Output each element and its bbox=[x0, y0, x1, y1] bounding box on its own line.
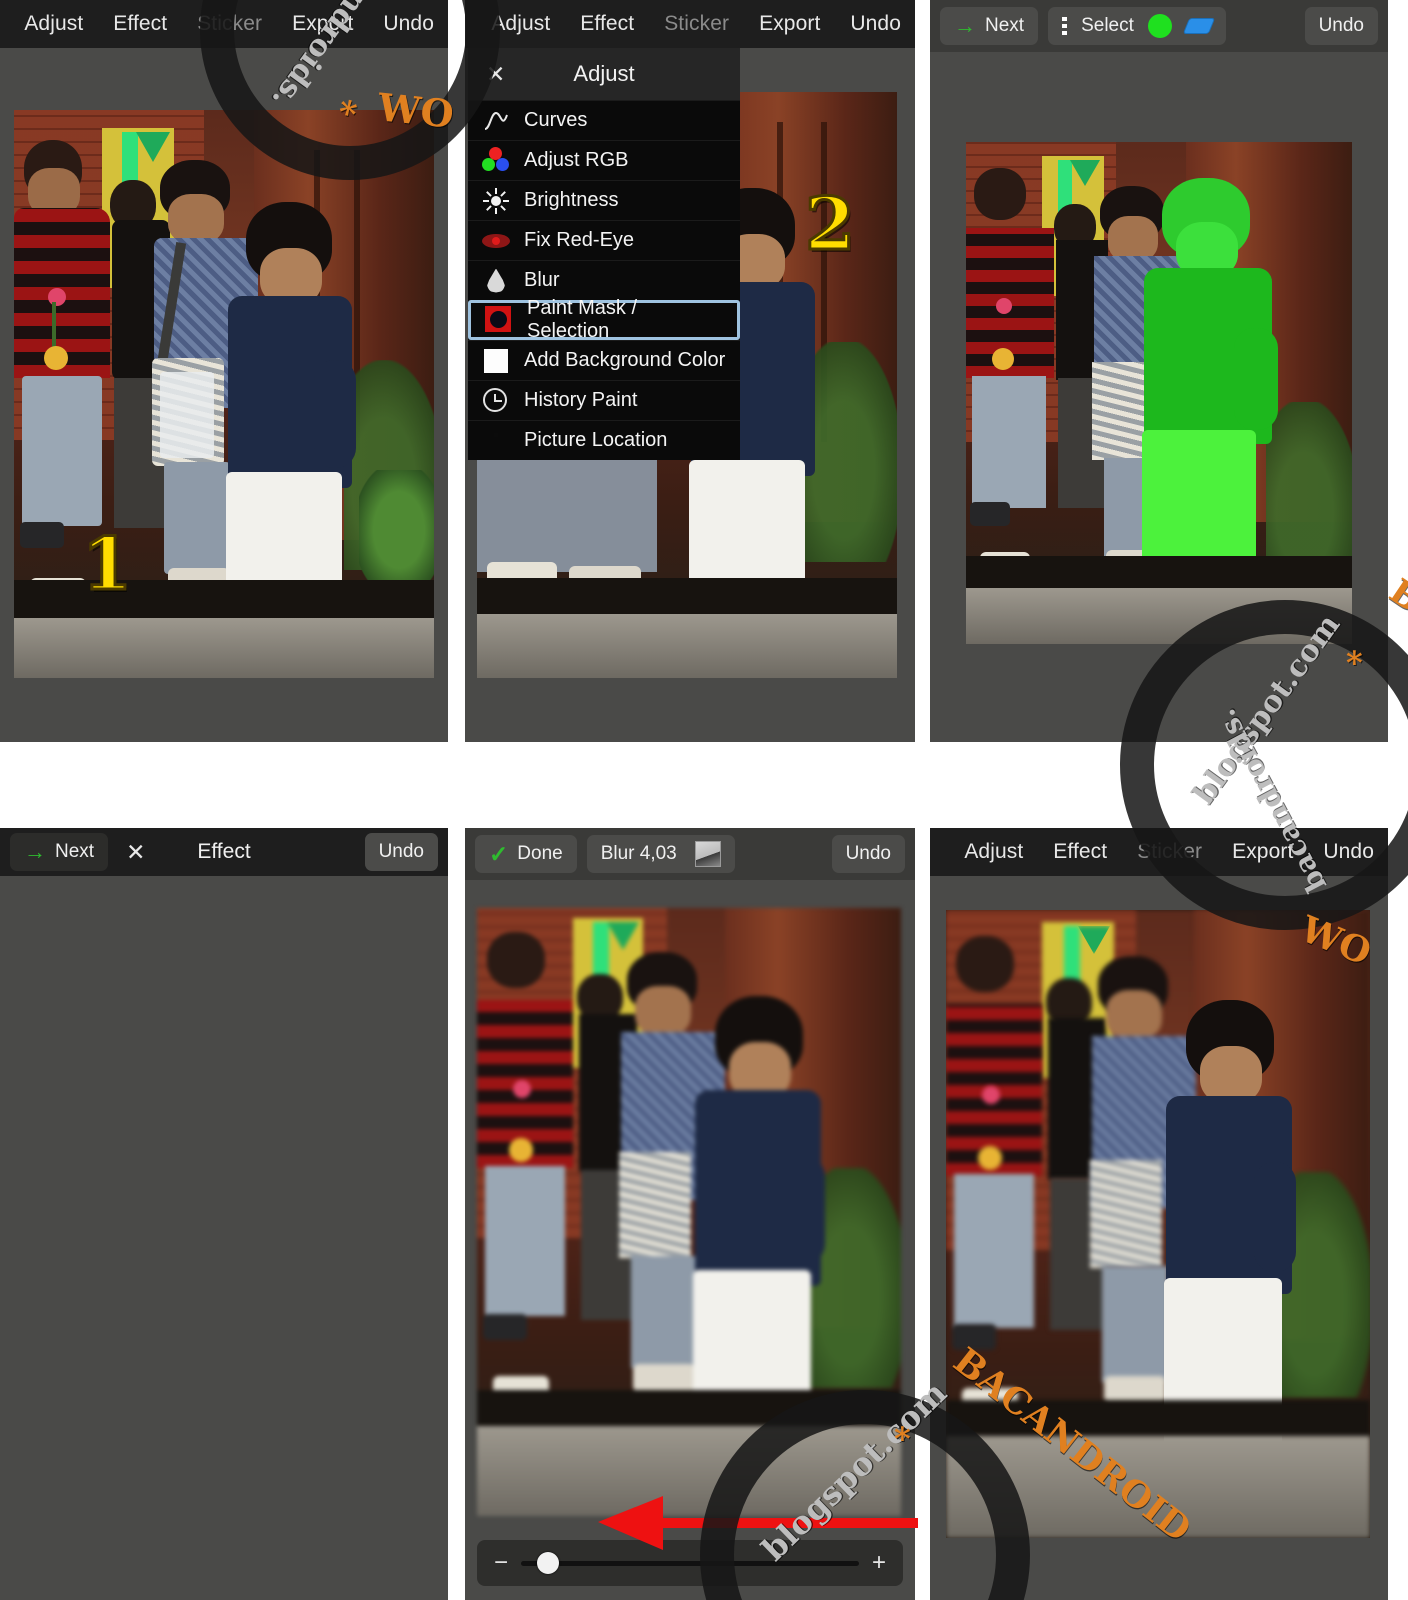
undo-button-label: Undo bbox=[378, 841, 424, 862]
adjust-menu-title: Adjust bbox=[573, 61, 635, 86]
menu-item-label: Fix Red-Eye bbox=[524, 229, 635, 251]
close-icon[interactable]: ✕ bbox=[126, 840, 145, 864]
arrow-right-icon: → bbox=[24, 839, 46, 864]
done-button-label: Done bbox=[517, 843, 563, 864]
menu-item-paint-mask-selection[interactable]: Paint Mask / Selection bbox=[468, 297, 740, 342]
next-button[interactable]: → Next bbox=[940, 7, 1039, 45]
eraser-icon[interactable] bbox=[1182, 18, 1216, 34]
toolbar-item-effect[interactable]: Effect bbox=[580, 12, 634, 36]
menu-item-add-background-color[interactable]: Add Background Color bbox=[468, 340, 740, 380]
more-vertical-icon[interactable] bbox=[1062, 17, 1068, 35]
menu-item-label: Brightness bbox=[524, 189, 619, 211]
menu-item-curves[interactable]: Curves bbox=[468, 100, 740, 140]
toolbar-item-export[interactable]: Export bbox=[759, 12, 820, 36]
menu-item-label: Picture Location bbox=[524, 429, 668, 451]
menu-item-picture-location[interactable]: Picture Location bbox=[468, 420, 740, 460]
panel-step-1: Adjust Effect Sticker Export Undo 1 bbox=[0, 0, 448, 742]
next-button-label: Next bbox=[985, 15, 1025, 36]
panel-step-3: → Next Select Undo bbox=[930, 0, 1388, 742]
toolbar-item-effect[interactable]: Effect bbox=[1053, 840, 1107, 864]
menu-item-brightness[interactable]: Brightness bbox=[468, 180, 740, 220]
done-button[interactable]: ✓ Done bbox=[475, 835, 577, 873]
panel-step-2: Adjust Effect Sticker Export Undo ✕ Adju… bbox=[465, 0, 915, 742]
menu-item-label: Add Background Color bbox=[524, 349, 726, 371]
undo-button-label: Undo bbox=[1318, 15, 1364, 36]
toolbar-item-undo[interactable]: Undo bbox=[1323, 840, 1374, 864]
toolbar-item-adjust[interactable]: Adjust bbox=[24, 12, 83, 36]
adjust-menu: ✕ Adjust Curves Adjust RGB Brightness Fi… bbox=[468, 48, 740, 460]
next-button[interactable]: → Next bbox=[10, 833, 109, 871]
menu-item-label: Paint Mask / Selection bbox=[527, 297, 638, 342]
menu-item-fix-red-eye[interactable]: Fix Red-Eye bbox=[468, 220, 740, 260]
check-icon: ✓ bbox=[489, 840, 509, 867]
preview-thumbnail-icon[interactable] bbox=[694, 841, 721, 867]
panel-step-4: → Next ✕ Effect Undo bbox=[0, 828, 448, 1600]
next-button-label: Next bbox=[55, 841, 95, 862]
sun-icon bbox=[482, 187, 510, 215]
select-button-label: Select bbox=[1081, 15, 1134, 36]
select-tool-group[interactable]: Select bbox=[1048, 7, 1226, 45]
blur-value-label: Blur 4,03 bbox=[600, 843, 677, 864]
rgb-circles-icon bbox=[482, 146, 510, 175]
menu-item-history-paint[interactable]: History Paint bbox=[468, 380, 740, 420]
panel4-effect-toolbar: → Next ✕ Effect Undo bbox=[0, 828, 448, 876]
white-square-icon bbox=[482, 347, 510, 375]
toolbar-item-undo[interactable]: Undo bbox=[850, 12, 901, 36]
close-icon[interactable]: ✕ bbox=[486, 62, 505, 86]
panel3-select-toolbar: → Next Select Undo bbox=[930, 0, 1388, 52]
toolbar-item-adjust[interactable]: Adjust bbox=[964, 840, 1023, 864]
menu-item-adjust-rgb[interactable]: Adjust RGB bbox=[468, 140, 740, 180]
panel6-main-toolbar: Adjust Effect Sticker Export Undo bbox=[930, 828, 1388, 876]
red-left-arrow-icon bbox=[598, 1496, 918, 1550]
step-number-2: 2 bbox=[803, 181, 856, 266]
curves-icon bbox=[482, 107, 510, 135]
menu-item-label: Blur bbox=[524, 269, 560, 291]
panel-step-6: Adjust Effect Sticker Export Undo bbox=[930, 828, 1388, 1600]
paint-mask-icon bbox=[485, 306, 513, 334]
screenshot-root: Adjust Effect Sticker Export Undo 1 Adju… bbox=[0, 0, 1408, 1600]
undo-button-label: Undo bbox=[845, 843, 891, 864]
arrow-right-icon: → bbox=[954, 13, 976, 38]
slider-decrease-button[interactable]: − bbox=[493, 1551, 509, 1575]
panel1-main-toolbar: Adjust Effect Sticker Export Undo bbox=[0, 0, 448, 48]
adjust-menu-header: ✕ Adjust bbox=[468, 48, 740, 100]
clock-icon bbox=[482, 387, 510, 415]
red-eye-icon bbox=[482, 227, 510, 255]
toolbar-item-effect[interactable]: Effect bbox=[113, 12, 167, 36]
undo-button[interactable]: Undo bbox=[831, 835, 905, 873]
menu-item-label: Curves bbox=[524, 109, 588, 131]
photo-canvas-6[interactable] bbox=[946, 910, 1370, 1538]
toolbar-item-adjust[interactable]: Adjust bbox=[491, 12, 550, 36]
blur-value-chip[interactable]: Blur 4,03 bbox=[586, 835, 735, 873]
water-drop-icon bbox=[482, 267, 510, 295]
slider-thumb[interactable] bbox=[537, 1552, 560, 1574]
panel5-blur-toolbar: ✓ Done Blur 4,03 Undo bbox=[465, 828, 915, 880]
photo-canvas-3[interactable] bbox=[966, 142, 1352, 644]
toolbar-item-export[interactable]: Export bbox=[1232, 840, 1293, 864]
toolbar-item-export[interactable]: Export bbox=[292, 12, 353, 36]
photo-canvas-5[interactable] bbox=[477, 908, 901, 1516]
toolbar-item-undo[interactable]: Undo bbox=[383, 12, 434, 36]
step-number-1: 1 bbox=[80, 521, 133, 606]
toolbar-item-sticker[interactable]: Sticker bbox=[664, 12, 729, 36]
toolbar-item-sticker[interactable]: Sticker bbox=[1137, 840, 1202, 864]
menu-item-label: History Paint bbox=[524, 389, 638, 411]
undo-button[interactable]: Undo bbox=[364, 833, 438, 871]
photo-canvas-1[interactable] bbox=[14, 110, 434, 678]
toolbar-item-sticker[interactable]: Sticker bbox=[197, 12, 262, 36]
undo-button[interactable]: Undo bbox=[1304, 7, 1378, 45]
menu-item-blur[interactable]: Blur bbox=[468, 260, 740, 300]
panel2-main-toolbar: Adjust Effect Sticker Export Undo bbox=[465, 0, 915, 48]
menu-item-label: Adjust RGB bbox=[524, 149, 629, 171]
green-brush-dot-icon[interactable] bbox=[1147, 14, 1172, 38]
map-pin-icon bbox=[482, 427, 510, 455]
